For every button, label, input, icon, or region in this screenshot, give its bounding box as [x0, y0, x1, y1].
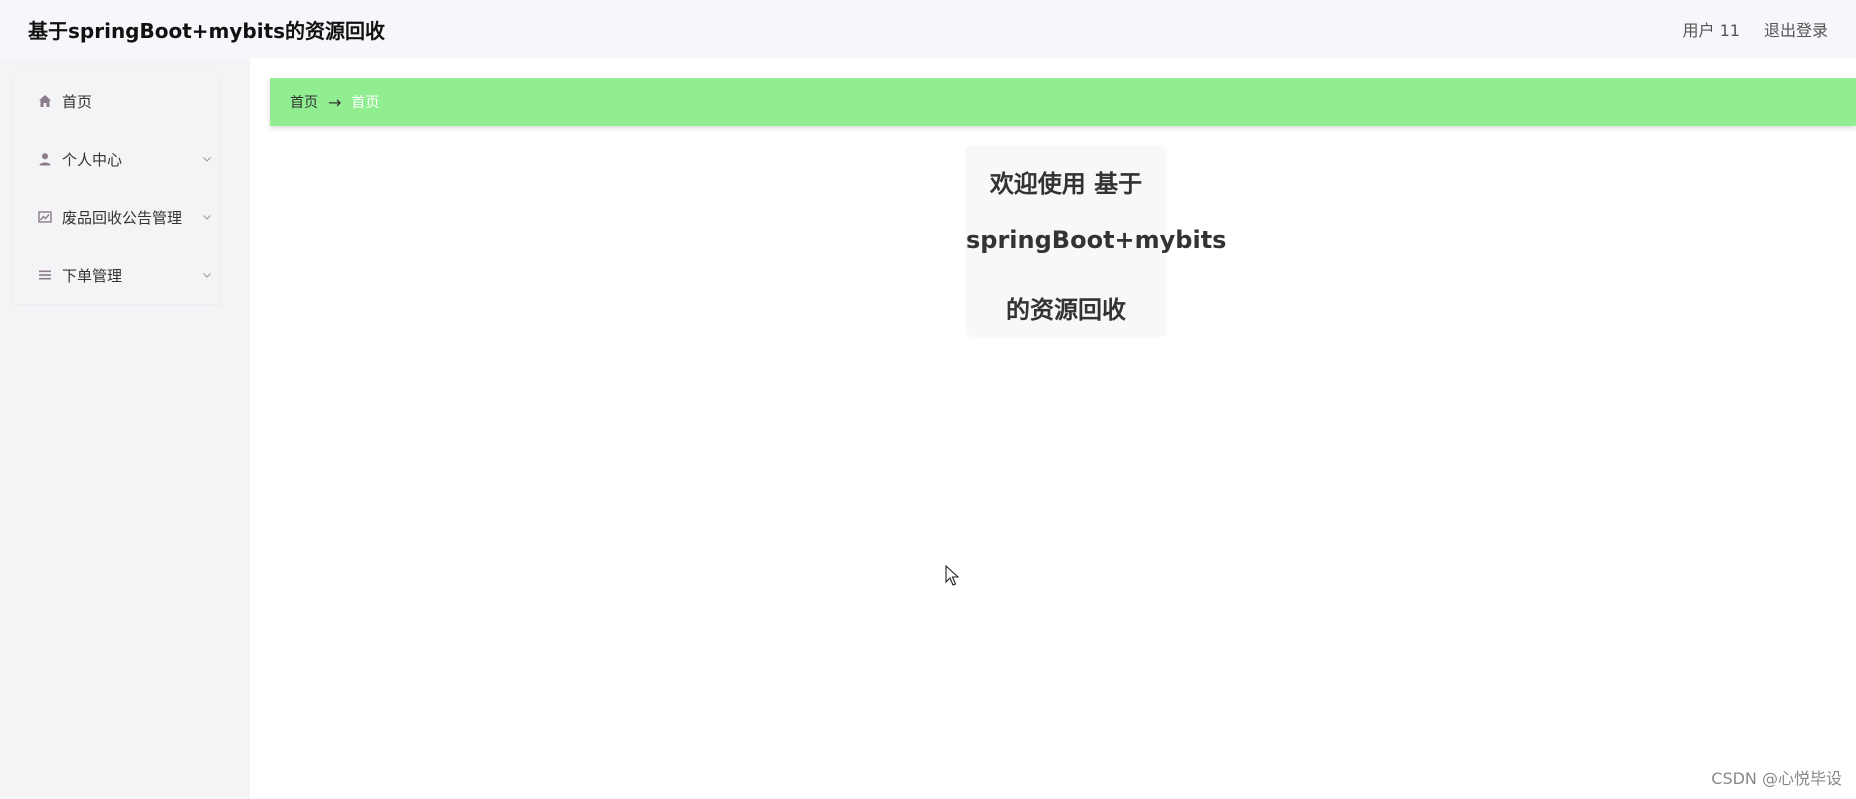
chevron-down-icon — [203, 157, 211, 162]
header-actions: 用户 11 退出登录 — [1683, 17, 1828, 41]
current-user-label: 用户 11 — [1682, 21, 1740, 40]
user-icon — [38, 152, 52, 166]
main-content: 首页 → 首页 欢迎使用 基于 springBoot+mybits 的资源回收 — [250, 58, 1856, 799]
sidebar-item-label: 首页 — [62, 92, 93, 111]
home-icon — [38, 94, 52, 108]
breadcrumb: 首页 → 首页 — [270, 78, 1856, 126]
sidebar-item-recycle-notice[interactable]: 废品回收公告管理 — [14, 188, 220, 246]
mouse-cursor-icon — [945, 565, 959, 586]
breadcrumb-current: 首页 — [351, 95, 380, 111]
welcome-line-2: springBoot+mybits — [966, 226, 1227, 254]
welcome-line-3: 的资源回收 — [1006, 296, 1126, 324]
sidebar-item-label: 废品回收公告管理 — [62, 208, 183, 227]
sidebar: 首页 个人中心 废品回收公告管理 下单管理 — [0, 58, 250, 799]
watermark: CSDN @心悦毕设 — [1711, 769, 1842, 788]
breadcrumb-arrow-icon: → — [328, 92, 342, 112]
chevron-down-icon — [203, 215, 211, 220]
sidebar-menu: 首页 个人中心 废品回收公告管理 下单管理 — [14, 72, 220, 304]
sidebar-item-order-management[interactable]: 下单管理 — [14, 246, 220, 304]
welcome-line-1: 欢迎使用 基于 — [989, 170, 1143, 198]
breadcrumb-home-link[interactable]: 首页 — [290, 92, 318, 112]
sidebar-item-personal-center[interactable]: 个人中心 — [14, 130, 220, 188]
welcome-card: 欢迎使用 基于 springBoot+mybits 的资源回收 — [966, 146, 1226, 336]
top-header: 基于springBoot+mybits的资源回收 用户 11 退出登录 — [0, 0, 1856, 58]
list-icon — [38, 268, 52, 282]
sidebar-item-label: 个人中心 — [62, 150, 123, 169]
app-root: 基于springBoot+mybits的资源回收 用户 11 退出登录 首页 个… — [0, 0, 1856, 799]
app-title: 基于springBoot+mybits的资源回收 — [28, 18, 386, 43]
logout-button[interactable]: 退出登录 — [1764, 17, 1828, 41]
sidebar-item-label: 下单管理 — [62, 266, 123, 285]
chart-icon — [38, 210, 52, 224]
chevron-down-icon — [203, 273, 211, 278]
sidebar-item-home[interactable]: 首页 — [14, 72, 220, 130]
